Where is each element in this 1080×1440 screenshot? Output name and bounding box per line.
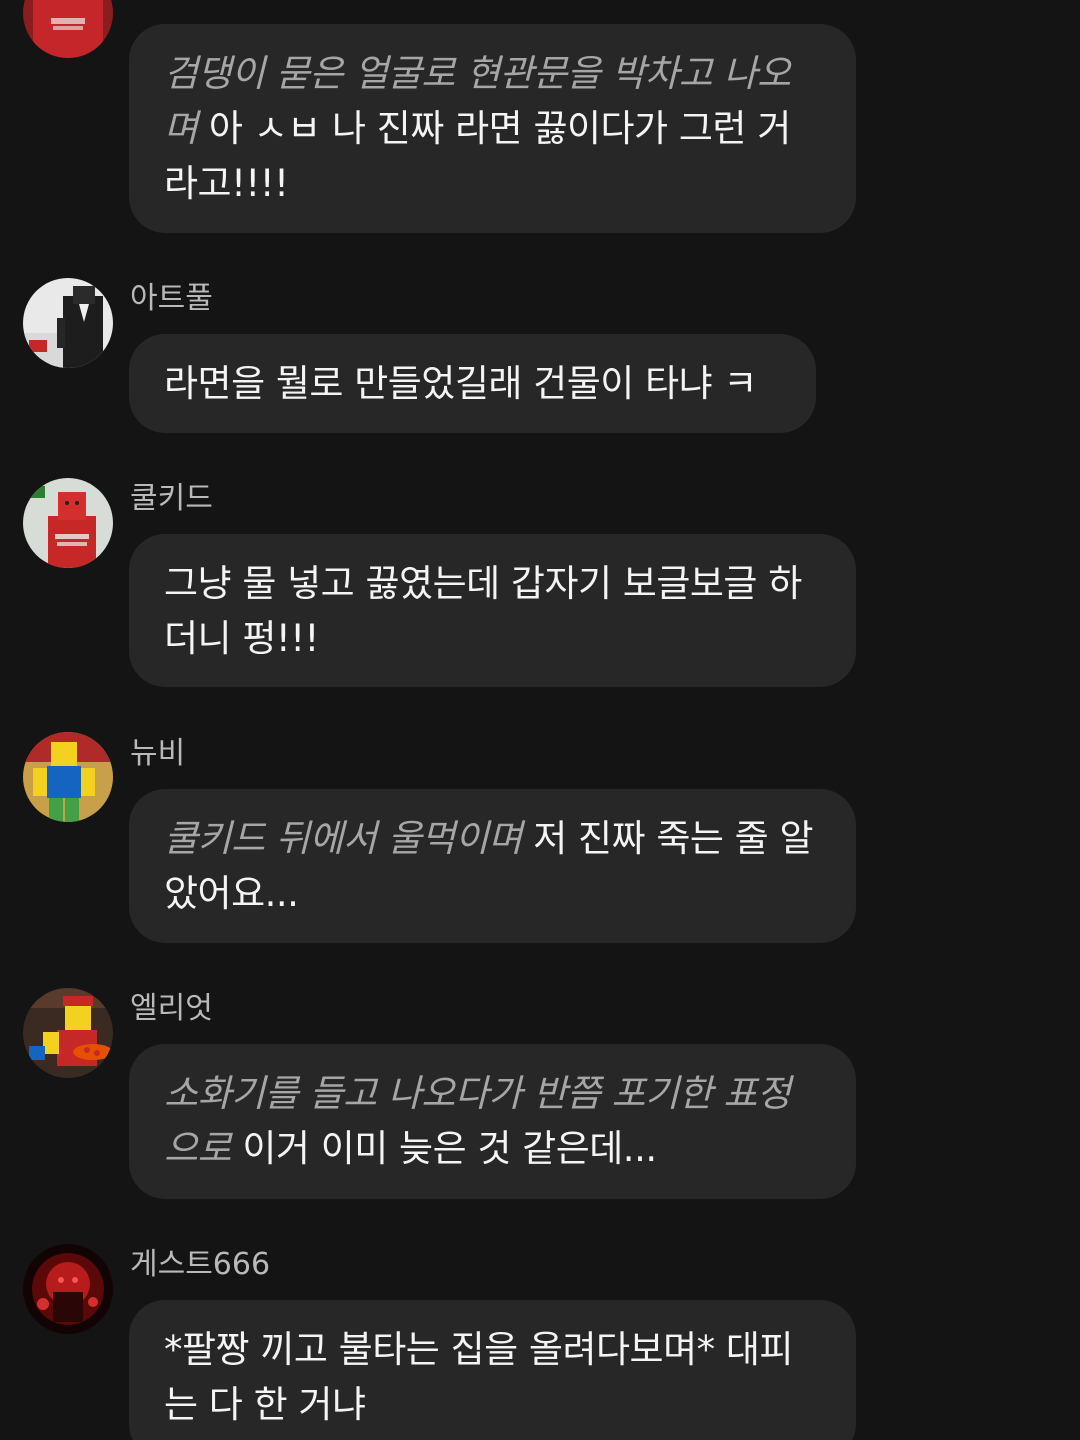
author-name[interactable]: 게스트666 bbox=[130, 1247, 270, 1283]
message-text: 그냥 물 넣고 끓였는데 갑자기 보글보글 하더니 펑!!! bbox=[164, 562, 802, 660]
author-name[interactable]: 아트풀 bbox=[130, 281, 213, 317]
author-name[interactable]: 엘리엇 bbox=[130, 991, 213, 1027]
message-text: 아 ㅅㅂ 나 진짜 라면 끓이다가 그런 거라고!!!! bbox=[164, 107, 791, 205]
red-noob-avatar-icon[interactable] bbox=[23, 0, 113, 58]
chat-log: 검댕이 묻은 얼굴로 현관문을 박차고 나오며 아 ㅅㅂ 나 진짜 라면 끓이다… bbox=[0, 0, 1080, 1440]
suit-avatar-icon[interactable] bbox=[23, 278, 113, 368]
roleplay-action: 쿨키드 뒤에서 울먹이며 bbox=[164, 817, 522, 860]
message-text: *팔짱 끼고 불타는 집을 올려다보며* 대피는 다 한 거냐 bbox=[164, 1328, 793, 1426]
message-bubble: 그냥 물 넣고 끓였는데 갑자기 보글보글 하더니 펑!!! bbox=[129, 534, 856, 687]
author-name[interactable]: 뉴비 bbox=[130, 736, 185, 772]
dark-red-avatar-icon[interactable] bbox=[23, 1244, 113, 1334]
message-text: 라면을 뭘로 만들었길래 건물이 타냐 ㅋ bbox=[164, 362, 757, 405]
pizza-avatar-icon[interactable] bbox=[23, 988, 113, 1078]
red-noob-avatar-icon[interactable] bbox=[23, 478, 113, 568]
message-bubble: *팔짱 끼고 불타는 집을 올려다보며* 대피는 다 한 거냐 bbox=[129, 1300, 856, 1440]
message-text: 이거 이미 늦은 것 같은데... bbox=[242, 1127, 657, 1170]
message-bubble: 소화기를 들고 나오다가 반쯤 포기한 표정으로 이거 이미 늦은 것 같은데.… bbox=[129, 1044, 856, 1199]
message-bubble: 검댕이 묻은 얼굴로 현관문을 박차고 나오며 아 ㅅㅂ 나 진짜 라면 끓이다… bbox=[129, 24, 856, 233]
message-bubble: 라면을 뭘로 만들었길래 건물이 타냐 ㅋ bbox=[129, 334, 816, 433]
noob-avatar-icon[interactable] bbox=[23, 732, 113, 822]
author-name[interactable]: 쿨키드 bbox=[130, 481, 213, 517]
message-bubble: 쿨키드 뒤에서 울먹이며 저 진짜 죽는 줄 알았어요... bbox=[129, 789, 856, 943]
